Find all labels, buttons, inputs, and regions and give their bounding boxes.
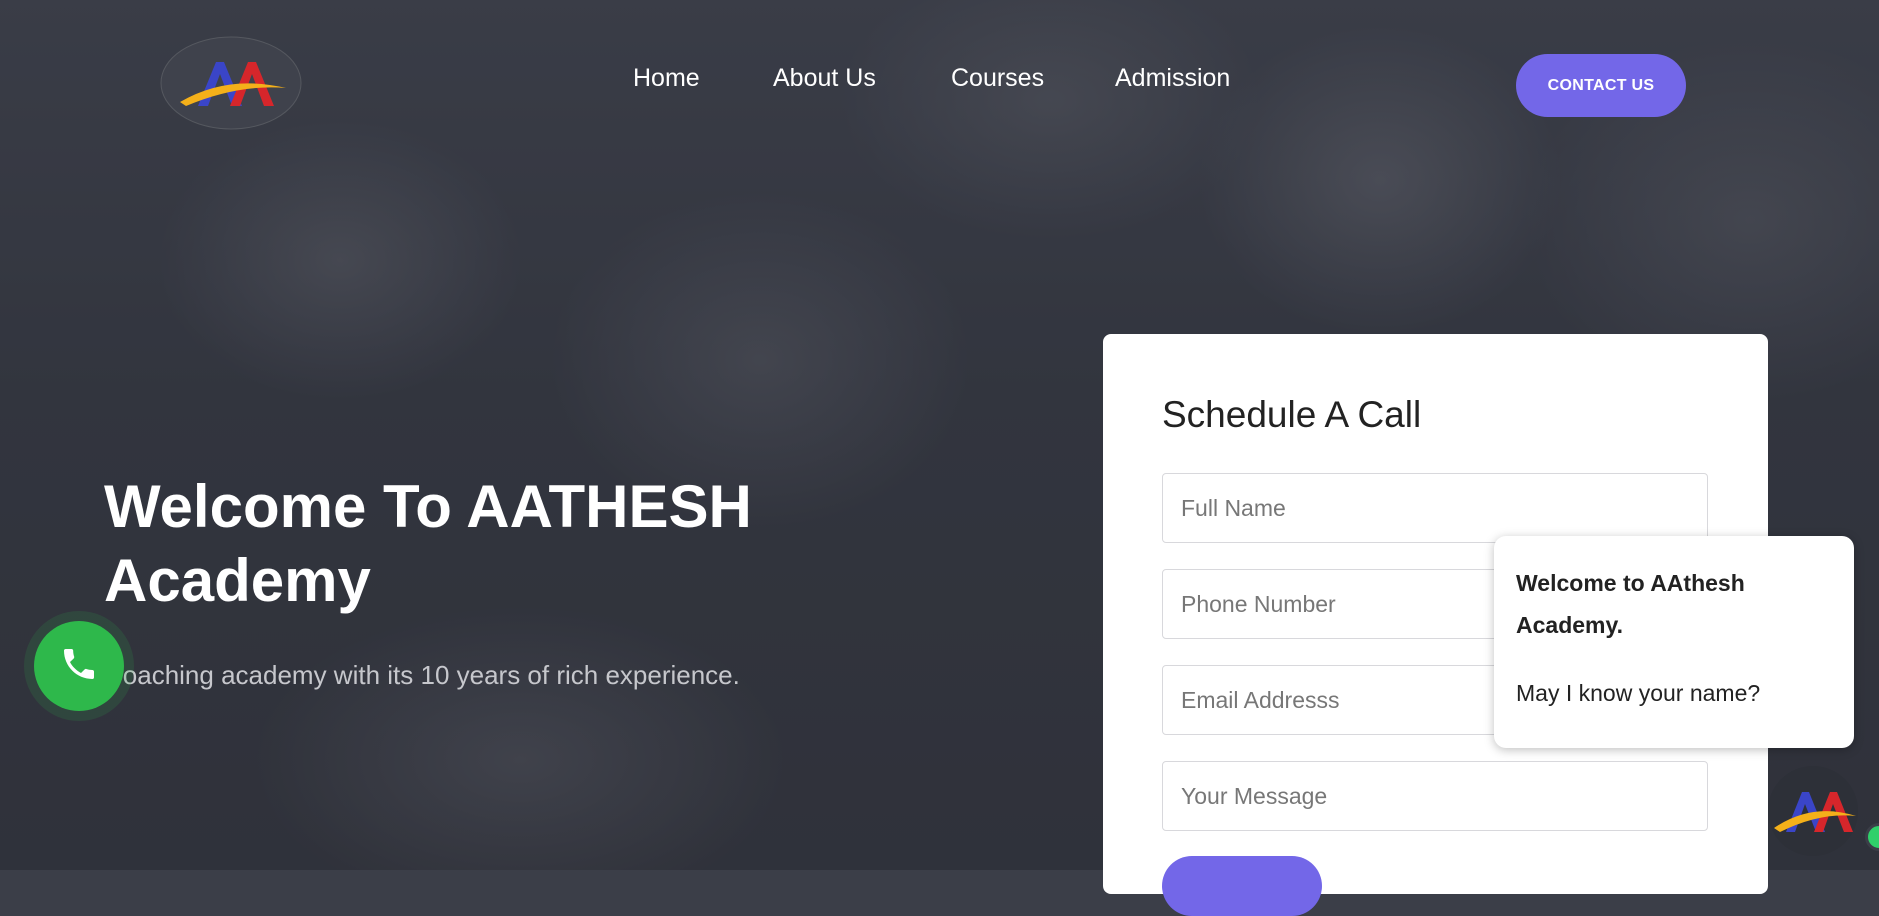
chat-widget-button[interactable] xyxy=(1768,766,1858,856)
hero-title: Welcome To AATHESH Academy xyxy=(104,473,752,614)
chat-bubble: Welcome to AAthesh Academy. May I know y… xyxy=(1494,536,1854,748)
phone-icon xyxy=(59,644,99,688)
chat-greeting: Welcome to AAthesh Academy. xyxy=(1516,570,1745,638)
full-name-field[interactable] xyxy=(1162,473,1708,543)
nav-courses[interactable]: Courses xyxy=(951,64,1044,93)
nav-admission[interactable]: Admission xyxy=(1115,64,1230,93)
hero-subtitle: Coaching academy with its 10 years of ri… xyxy=(104,660,740,690)
message-field[interactable] xyxy=(1162,761,1708,831)
call-button[interactable] xyxy=(34,621,124,711)
nav-home[interactable]: Home xyxy=(633,64,700,93)
chat-question: May I know your name? xyxy=(1516,680,1761,706)
chat-avatar-logo-icon xyxy=(1768,792,1858,860)
submit-button[interactable] xyxy=(1162,856,1322,916)
form-title: Schedule A Call xyxy=(1162,394,1422,435)
contact-us-button[interactable]: CONTACT US xyxy=(1516,54,1686,117)
nav-about-us[interactable]: About Us xyxy=(773,64,876,93)
